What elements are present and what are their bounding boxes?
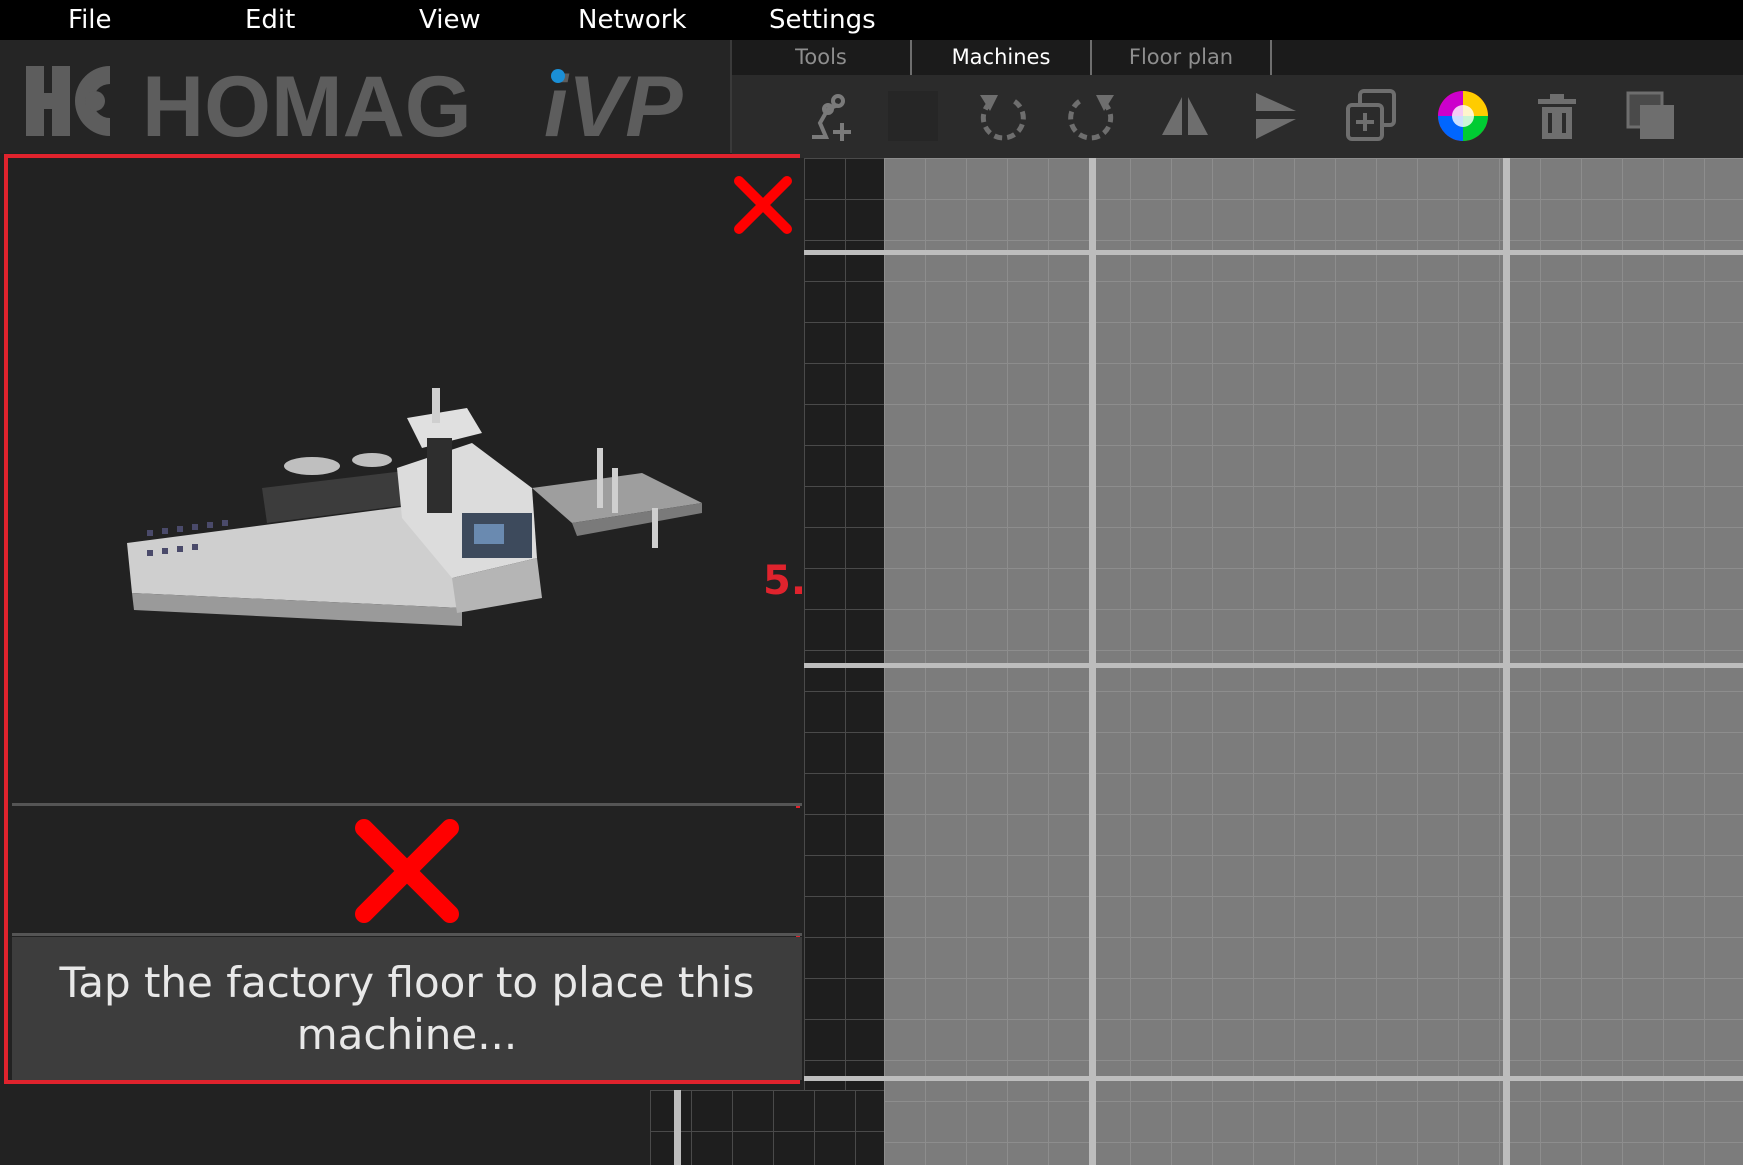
toolbar <box>732 75 1743 158</box>
duplicate-icon[interactable] <box>1342 87 1400 145</box>
grid-major-line <box>1503 158 1510 1165</box>
grid-major-line <box>804 663 1743 668</box>
svg-text:HOMAG: HOMAG <box>142 59 472 155</box>
step-annotation: 5. <box>763 558 807 604</box>
layers-icon[interactable] <box>1622 87 1680 145</box>
menu-bar: File Edit View Network Settings <box>0 0 1743 40</box>
tab-tools[interactable]: Tools <box>732 40 912 75</box>
svg-text:iVP: iVP <box>544 59 683 155</box>
factory-floor-margin <box>804 158 884 1165</box>
menu-network[interactable]: Network <box>578 0 687 40</box>
grid-major-line <box>804 1076 1743 1081</box>
add-machine-icon[interactable] <box>798 87 856 145</box>
factory-floor[interactable] <box>884 158 1743 1165</box>
machine-model-image <box>127 388 702 626</box>
menu-edit[interactable]: Edit <box>245 0 295 40</box>
menu-settings[interactable]: Settings <box>769 0 876 40</box>
cancel-placement-icon[interactable] <box>352 816 462 926</box>
close-icon[interactable] <box>733 175 793 235</box>
grid-major-line <box>1089 158 1096 1165</box>
grid-major-line <box>674 1090 681 1165</box>
tab-bar: Tools Machines Floor plan <box>732 40 1743 75</box>
rotate-left-icon[interactable] <box>972 87 1030 145</box>
logo-panel: HOMAG iVP <box>0 40 732 155</box>
machine-placement-dialog: 5. Tap the factory floor to place this m… <box>4 154 806 1084</box>
placement-instruction: Tap the factory floor to place this mach… <box>12 937 802 1080</box>
tab-floor-plan[interactable]: Floor plan <box>1092 40 1272 75</box>
rotate-right-icon[interactable] <box>1064 87 1122 145</box>
mirror-horizontal-icon[interactable] <box>1156 87 1214 145</box>
color-wheel-icon[interactable] <box>1434 87 1492 145</box>
mirror-vertical-icon[interactable] <box>1248 87 1306 145</box>
blank-slot-icon[interactable] <box>884 87 942 145</box>
divider <box>12 803 802 806</box>
menu-file[interactable]: File <box>68 0 112 40</box>
machine-preview <box>12 158 804 805</box>
cancel-row <box>12 808 802 933</box>
trash-icon[interactable] <box>1528 87 1586 145</box>
factory-floor-margin-bottom <box>650 1090 884 1165</box>
grid-major-line <box>804 250 1743 255</box>
tab-machines[interactable]: Machines <box>912 40 1092 75</box>
menu-view[interactable]: View <box>419 0 481 40</box>
divider <box>12 933 802 936</box>
homag-logo: HOMAG iVP <box>26 59 683 155</box>
